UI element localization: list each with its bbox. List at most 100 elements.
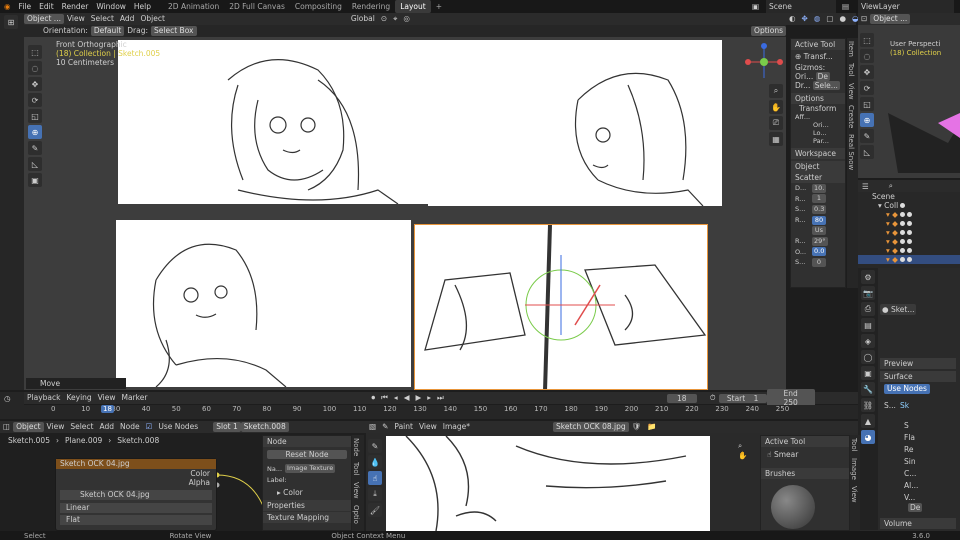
- orientation-dropdown[interactable]: Default: [90, 26, 125, 36]
- add-workspace-icon[interactable]: +: [431, 0, 447, 13]
- playhead[interactable]: 18: [101, 405, 114, 413]
- open-image-icon[interactable]: 📁: [644, 421, 659, 433]
- smear-icon[interactable]: ☝: [368, 471, 382, 485]
- tab-view[interactable]: View: [847, 80, 855, 103]
- scatter-row-value[interactable]: 10.: [812, 183, 827, 193]
- image-selector[interactable]: Sketch OCK 04.jpg: [60, 490, 212, 500]
- tab-create[interactable]: Create: [847, 102, 855, 131]
- breadcrumb-2[interactable]: Sketch.008: [117, 436, 159, 445]
- navigation-gizmo[interactable]: [744, 42, 784, 82]
- gizmo-drag[interactable]: Dr... Sele...: [791, 81, 845, 90]
- start-frame[interactable]: Start 1: [718, 393, 767, 403]
- surface-panel[interactable]: Surface: [880, 371, 956, 382]
- node-name-field[interactable]: Image Texture: [285, 464, 336, 473]
- mini-mode-select[interactable]: Object ...: [870, 14, 911, 24]
- paint-mode-icon[interactable]: ✎: [379, 421, 391, 433]
- node-tab-view[interactable]: View: [352, 479, 360, 502]
- active-tool-header[interactable]: Active Tool: [791, 39, 845, 50]
- fake-user-icon[interactable]: 🛡: [629, 421, 645, 433]
- visibility-eye-icon[interactable]: [899, 257, 905, 262]
- visibility-eye-icon[interactable]: [899, 239, 905, 244]
- viewport-menu-view[interactable]: View: [64, 13, 88, 25]
- props-render-icon[interactable]: 📷: [861, 286, 875, 300]
- autokey-icon[interactable]: ⏺: [368, 392, 378, 404]
- viewport-menu-object[interactable]: Object: [137, 13, 167, 25]
- node-tab-options[interactable]: Optio: [352, 502, 360, 527]
- sketch-canvas-top-right[interactable]: [428, 40, 722, 206]
- menu-help[interactable]: Help: [130, 0, 155, 13]
- props-object-icon[interactable]: ▣: [861, 366, 875, 380]
- menu-window[interactable]: Window: [92, 0, 130, 13]
- mini-viewport[interactable]: ⊡ Object ... User Perspecti (18) Collecti…: [858, 13, 960, 178]
- jump-end-icon[interactable]: ⏭: [434, 392, 447, 404]
- props-world-icon[interactable]: ◯: [861, 350, 875, 364]
- visibility-eye-icon[interactable]: [899, 212, 905, 217]
- mini-measure-icon[interactable]: ◺: [860, 145, 874, 159]
- measure-icon[interactable]: ◺: [28, 157, 42, 171]
- viewport-menu-add[interactable]: Add: [117, 13, 138, 25]
- view-layer-field[interactable]: ViewLayer: [858, 0, 954, 13]
- use-nodes-toggle[interactable]: Use Nodes: [884, 384, 930, 394]
- camera-render-icon[interactable]: [906, 212, 912, 217]
- image-canvas[interactable]: [386, 436, 710, 531]
- transform-subheader[interactable]: Transform: [791, 104, 845, 113]
- play-icon[interactable]: ▶: [412, 392, 424, 404]
- use-nodes-checkbox[interactable]: ☑: [143, 421, 156, 433]
- image-editor[interactable]: ▧ ✎ Paint View Image* Sketch OCK 08.jpg …: [366, 421, 860, 531]
- properties-subpanel[interactable]: Properties: [263, 500, 351, 511]
- breadcrumb-1[interactable]: Plane.009: [65, 436, 102, 445]
- volume-de-value[interactable]: De: [908, 503, 923, 512]
- transform-orientation-dropdown[interactable]: Global: [348, 13, 378, 25]
- prev-key-icon[interactable]: ◂: [391, 392, 401, 404]
- image-menu-image[interactable]: Image*: [440, 421, 473, 433]
- image-zoom-icon[interactable]: ⌕: [738, 441, 747, 451]
- brushes-header[interactable]: Brushes: [761, 468, 849, 479]
- grid-icon[interactable]: ▦: [769, 132, 783, 146]
- camera-icon[interactable]: ⎚: [769, 116, 783, 130]
- clone-icon[interactable]: ⤓: [368, 487, 382, 501]
- editor-type-icon[interactable]: ⊞: [4, 15, 18, 29]
- props-output-icon[interactable]: ⎙: [861, 302, 875, 316]
- image-tab-view[interactable]: View: [850, 483, 858, 506]
- affect-locations[interactable]: Lo...: [791, 129, 845, 137]
- timeline-editor-icon[interactable]: ◷: [0, 392, 24, 405]
- operator-panel[interactable]: Move: [26, 378, 126, 389]
- visibility-icon[interactable]: ◐: [786, 13, 799, 25]
- props-material-icon[interactable]: ◕: [861, 430, 875, 444]
- camera-render-icon[interactable]: [906, 230, 912, 235]
- outliner-search-icon[interactable]: ⌕: [889, 181, 893, 191]
- color-subpanel[interactable]: ▸ Color: [263, 485, 351, 500]
- outliner-item[interactable]: ▾ ◆: [858, 228, 960, 237]
- tab-rendering[interactable]: Rendering: [347, 0, 395, 13]
- camera-render-icon[interactable]: [906, 248, 912, 253]
- options-dropdown[interactable]: Options: [751, 26, 786, 36]
- gizmo-orientation[interactable]: Ori... De: [791, 72, 845, 81]
- affect-origins[interactable]: Ori...: [791, 121, 845, 129]
- breadcrumb-0[interactable]: Sketch.005: [8, 436, 50, 445]
- props-row[interactable]: Fla: [884, 432, 918, 444]
- projection-dropdown[interactable]: Flat: [60, 515, 212, 525]
- outliner-item[interactable]: ▾ ◆: [858, 246, 960, 255]
- workspace-header[interactable]: Workspace: [791, 148, 845, 159]
- blender-logo-icon[interactable]: ◉: [0, 0, 15, 13]
- outliner-item[interactable]: ▾ ◆: [858, 237, 960, 246]
- props-row[interactable]: Sin: [884, 456, 918, 468]
- props-row[interactable]: Re: [884, 444, 918, 456]
- slot-dropdown[interactable]: Slot 1: [213, 422, 241, 432]
- material-dropdown[interactable]: Sketch.008: [240, 422, 289, 432]
- reset-node-button[interactable]: Reset Node: [267, 450, 347, 459]
- camera-render-icon[interactable]: [906, 257, 912, 262]
- current-frame[interactable]: 18: [666, 393, 697, 403]
- draw-brush-icon[interactable]: ✎: [368, 439, 382, 453]
- image-editor-type-icon[interactable]: ▧: [366, 421, 379, 433]
- rotate-icon[interactable]: ⟳: [28, 93, 42, 107]
- props-constraint-icon[interactable]: ⛓: [861, 398, 875, 412]
- outliner-item[interactable]: ▾ ◆: [858, 210, 960, 219]
- play-reverse-icon[interactable]: ◀: [401, 392, 413, 404]
- tab-item[interactable]: Item: [847, 38, 855, 60]
- image-active-tool-header[interactable]: Active Tool: [761, 436, 849, 447]
- node-tab-node[interactable]: Node: [352, 435, 360, 459]
- timeline-menu-playback[interactable]: Playback: [24, 392, 63, 404]
- pan-icon[interactable]: ✋: [769, 100, 783, 114]
- visibility-eye-icon[interactable]: [899, 248, 905, 253]
